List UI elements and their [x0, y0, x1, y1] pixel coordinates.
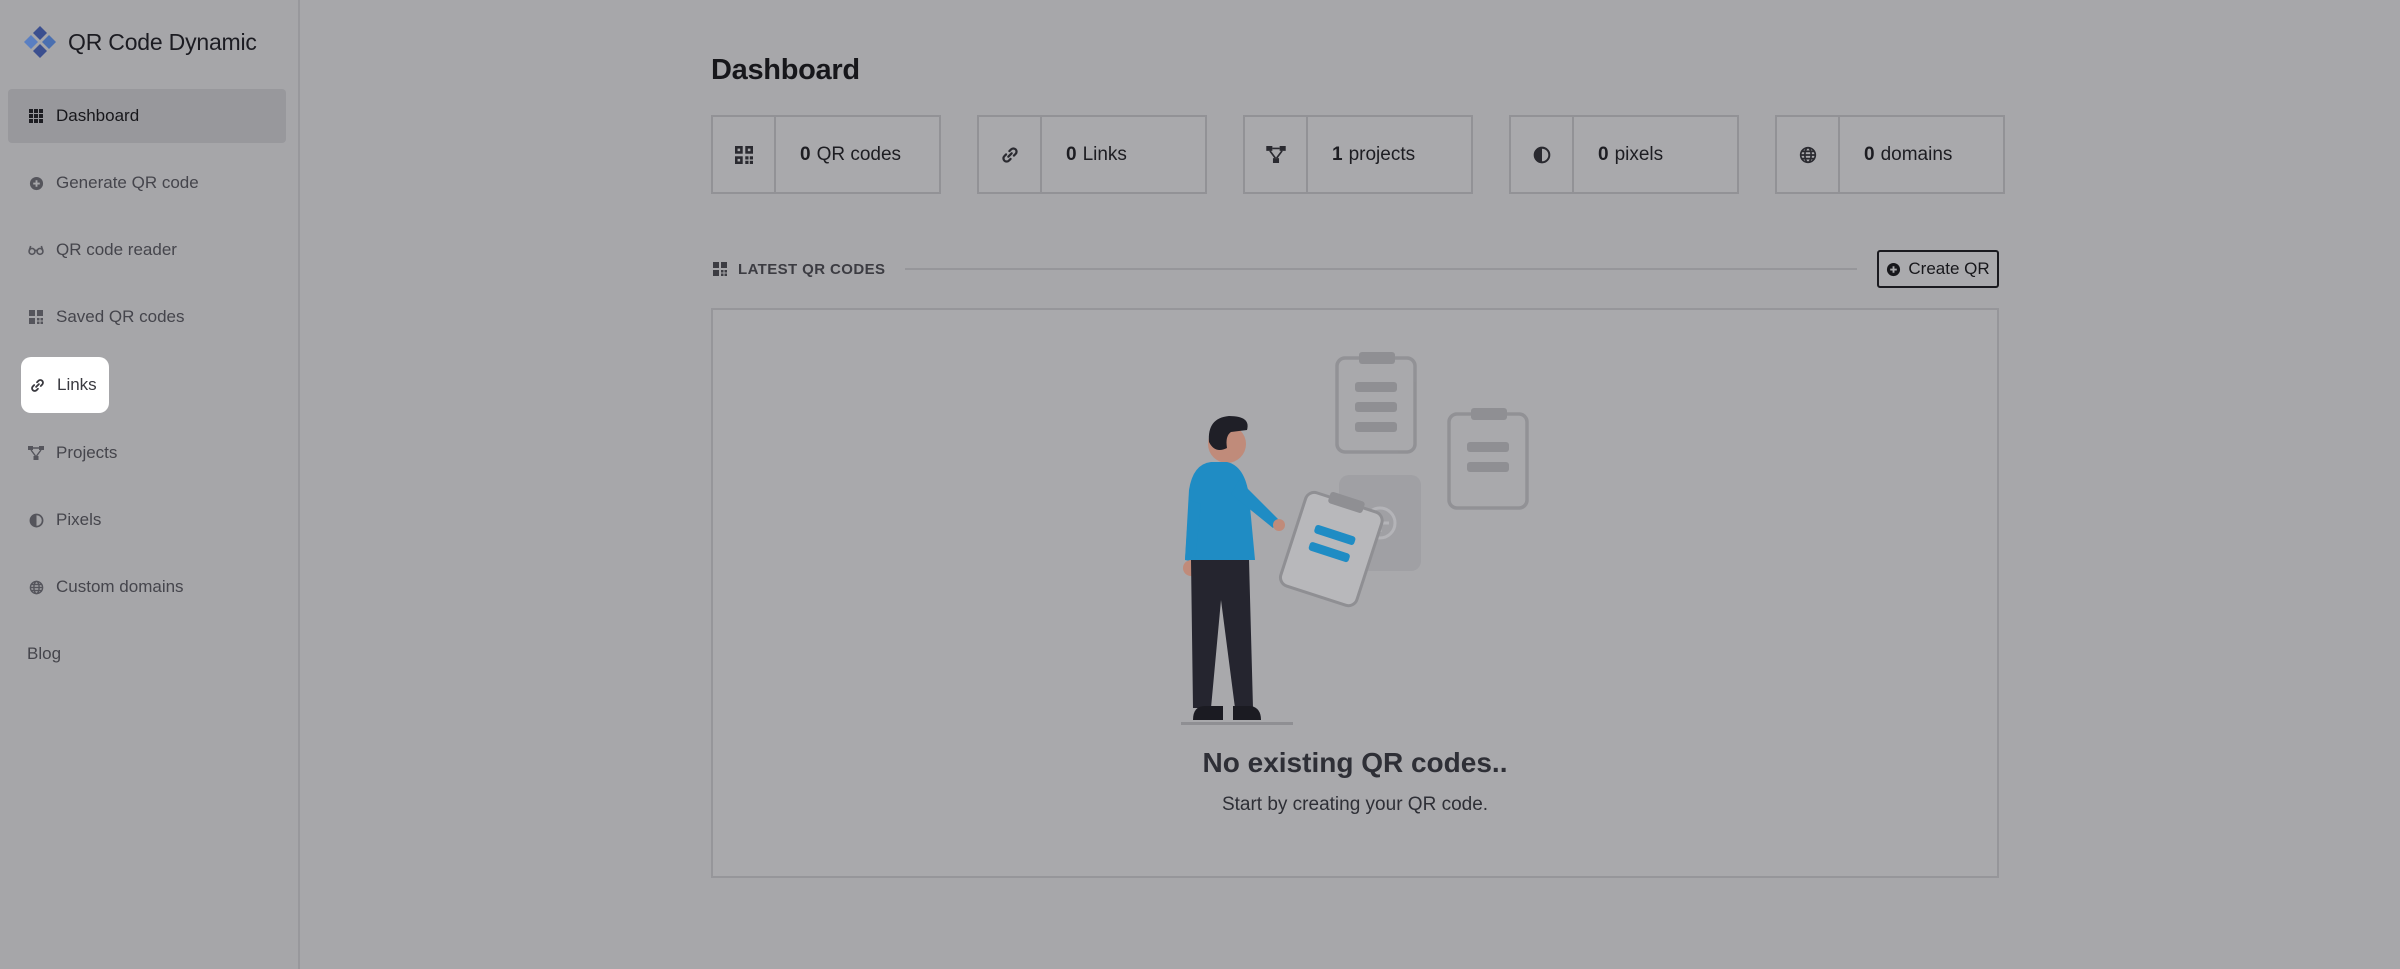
empty-state-subtitle: Start by creating your QR code. [1221, 794, 1489, 815]
qr-icon [713, 262, 727, 276]
latest-qr-codes-header: LATEST QR CODES Create QR [711, 250, 1999, 288]
stat-count: 0 [800, 143, 811, 165]
stat-card-projects[interactable]: 1 projects [1243, 115, 1473, 194]
empty-state-title: No existing QR codes.. [1202, 747, 1508, 778]
sidebar-item-label: Custom domains [56, 577, 184, 596]
sidebar-item-links[interactable]: Links [21, 357, 109, 413]
globe-icon [1777, 117, 1840, 192]
logo-icon [24, 26, 56, 58]
qr-icon [28, 309, 44, 325]
create-qr-button[interactable]: Create QR [1877, 250, 1999, 288]
section-title: LATEST QR CODES [738, 260, 886, 278]
stat-label: domains [1880, 143, 1953, 165]
stat-card-qr-codes[interactable]: 0 QR codes [711, 115, 941, 194]
project-icon [1245, 117, 1308, 192]
stat-label: Links [1082, 143, 1127, 165]
divider [905, 268, 1857, 270]
half-circle-icon [28, 512, 44, 528]
glasses-icon [28, 242, 44, 258]
sidebar-item-label: Saved QR codes [56, 307, 185, 326]
sidebar-item-label: Blog [27, 644, 62, 663]
empty-state-card: No existing QR codes.. Start by creating… [711, 308, 1999, 878]
plus-circle-icon [28, 175, 44, 191]
link-icon [979, 117, 1042, 192]
grid-icon [28, 108, 44, 124]
sidebar-item-label: Pixels [56, 510, 102, 529]
sidebar-item-projects[interactable]: Projects [8, 426, 286, 480]
empty-state-illustration [1181, 352, 1529, 725]
sidebar-nav: Dashboard Generate QR code QR code reade… [8, 89, 286, 694]
sidebar-item-pixels[interactable]: Pixels [8, 493, 286, 547]
half-circle-icon [1511, 117, 1574, 192]
sidebar-item-generate-qr-code[interactable]: Generate QR code [8, 156, 286, 210]
stats-row: 0 QR codes 0 Links 1 projects 0 pixels 0 doma… [711, 115, 2005, 194]
sidebar-item-custom-domains[interactable]: Custom domains [8, 560, 286, 614]
stat-count: 1 [1332, 143, 1343, 165]
brand-logo[interactable]: QR Code Dynamic [22, 24, 257, 60]
sidebar-item-saved-qr-codes[interactable]: Saved QR codes [8, 290, 286, 344]
plus-circle-icon [1887, 262, 1901, 276]
stat-label: projects [1348, 143, 1416, 165]
stat-label: QR codes [816, 143, 902, 165]
stat-card-domains[interactable]: 0 domains [1775, 115, 2005, 194]
stat-label: pixels [1614, 143, 1664, 165]
sidebar-item-qr-code-reader[interactable]: QR code reader [8, 223, 286, 277]
page-title: Dashboard [711, 54, 860, 86]
stat-count: 0 [1066, 143, 1077, 165]
sidebar-item-blog[interactable]: Blog [8, 627, 286, 681]
link-icon [29, 377, 45, 393]
sidebar: QR Code Dynamic Dashboard Generate QR co… [0, 0, 300, 969]
stat-count: 0 [1598, 143, 1609, 165]
sidebar-item-dashboard[interactable]: Dashboard [8, 89, 286, 143]
sidebar-item-label: Generate QR code [56, 173, 199, 192]
brand-name: QR Code Dynamic [68, 28, 257, 55]
sidebar-item-label: QR code reader [56, 240, 177, 259]
stat-count: 0 [1864, 143, 1875, 165]
project-icon [28, 445, 44, 461]
stat-card-pixels[interactable]: 0 pixels [1509, 115, 1739, 194]
sidebar-item-label: Links [57, 375, 97, 394]
qr-icon [713, 117, 776, 192]
sidebar-item-label: Projects [56, 443, 118, 462]
sidebar-item-label: Dashboard [56, 106, 140, 125]
globe-icon [28, 579, 44, 595]
stat-card-links[interactable]: 0 Links [977, 115, 1207, 194]
create-qr-label: Create QR [1908, 259, 1990, 278]
